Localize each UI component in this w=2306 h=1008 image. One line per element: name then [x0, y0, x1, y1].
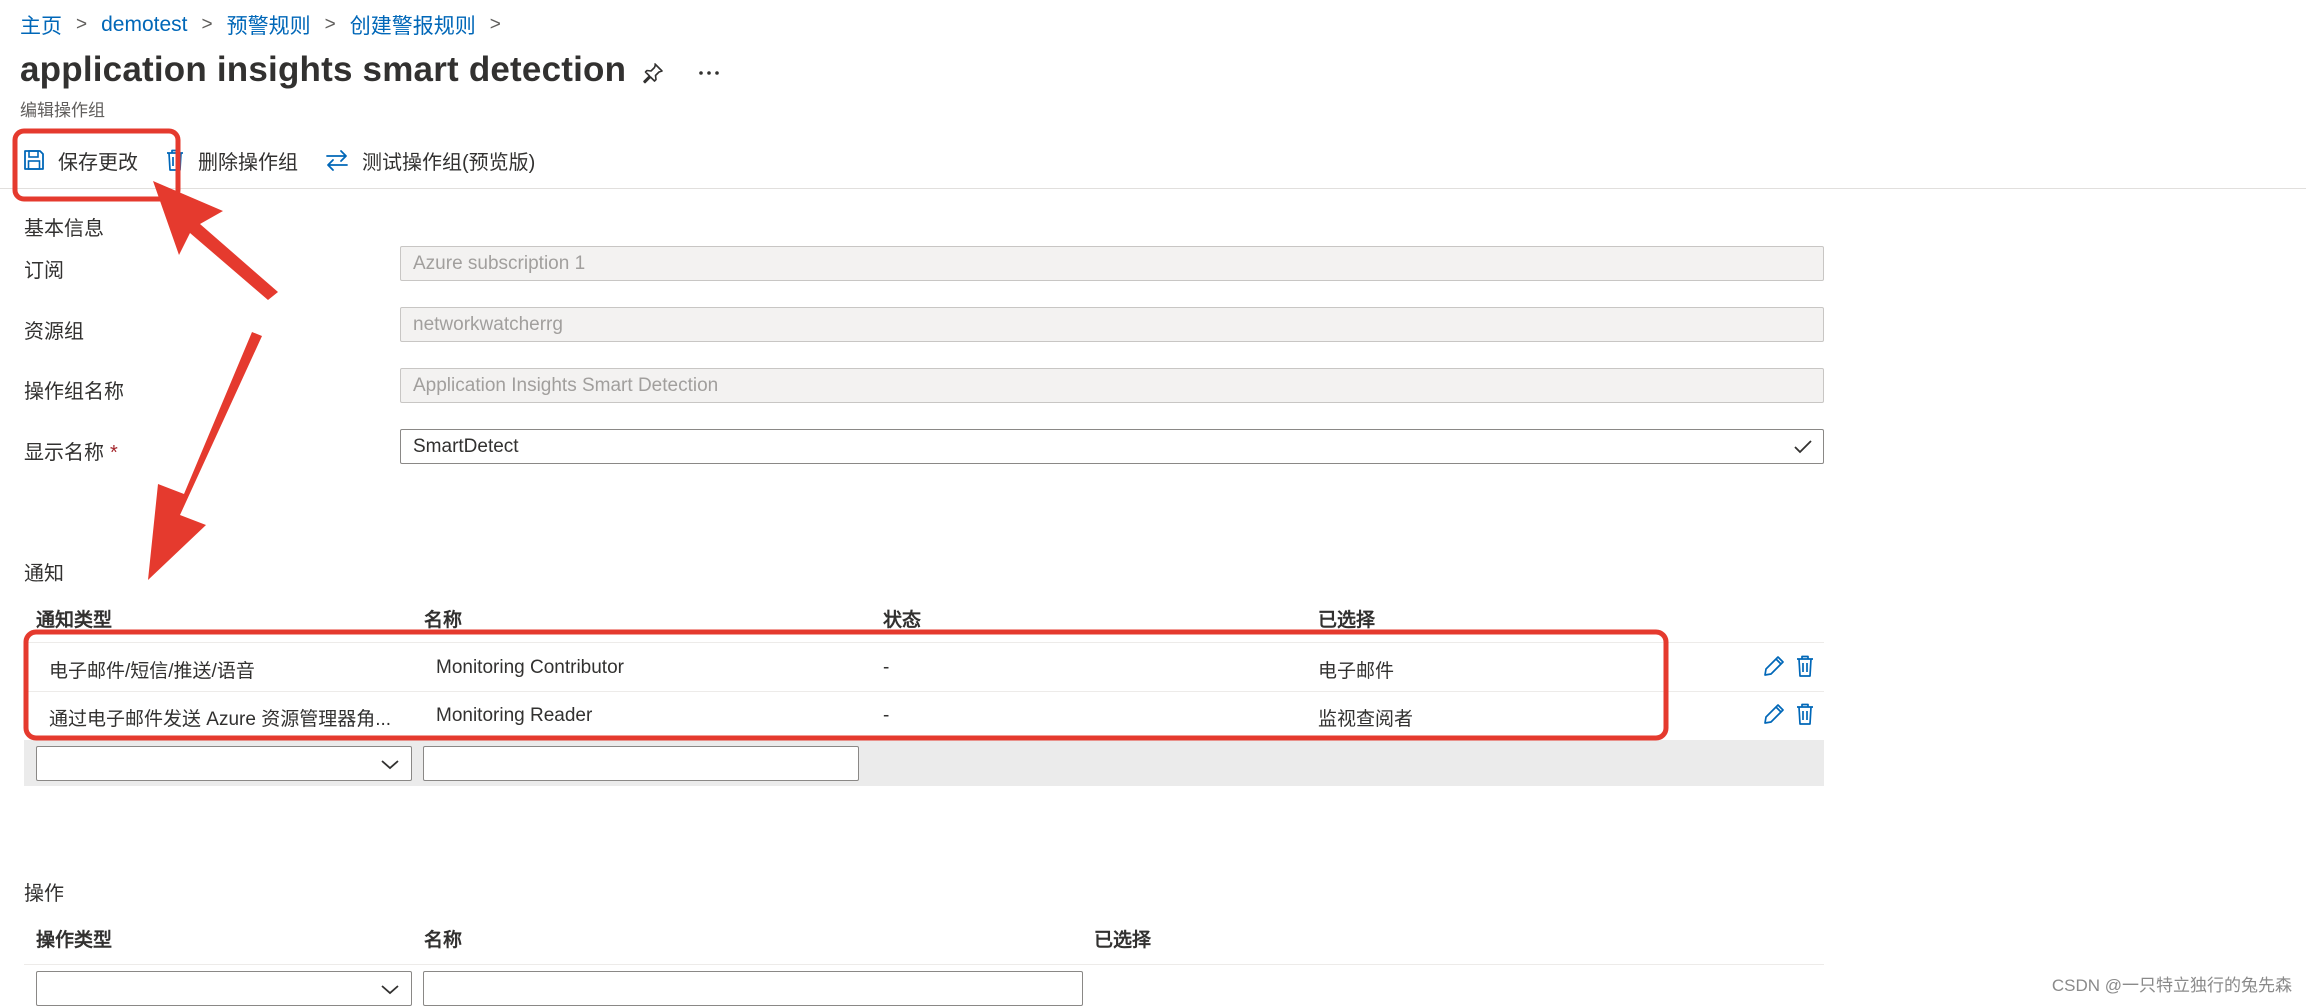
display-name-value: SmartDetect	[413, 435, 519, 457]
title-actions	[638, 58, 724, 88]
notif-row-2-actions	[1762, 702, 1816, 726]
delete-action-group-button[interactable]: 删除操作组	[164, 146, 298, 175]
page-title: application insights smart detection	[20, 50, 627, 89]
breadcrumb-alert-rules[interactable]: 预警规则	[227, 10, 311, 40]
breadcrumb-create-alert-rule[interactable]: 创建警报规则	[350, 10, 476, 40]
chevron-right-icon: >	[324, 14, 336, 35]
notif-row-1-status: -	[883, 657, 890, 678]
notifications-section-title: 通知	[24, 563, 64, 585]
required-indicator: *	[110, 442, 118, 464]
notif-row-1-actions	[1762, 654, 1816, 678]
subscription-field: Azure subscription 1	[400, 246, 1824, 281]
checkmark-icon	[1793, 438, 1813, 462]
action-col-type: 操作类型	[36, 930, 113, 951]
display-name-label: 显示名称 *	[24, 436, 118, 465]
resource-group-label: 资源组	[24, 321, 84, 343]
action-col-selected: 已选择	[1094, 930, 1152, 951]
notif-row-divider	[24, 691, 1824, 692]
edit-icon[interactable]	[1762, 654, 1786, 678]
action-col-name: 名称	[424, 930, 463, 951]
more-icon[interactable]	[694, 58, 724, 88]
notif-row-2-type: 通过电子邮件发送 Azure 资源管理器角...	[49, 709, 392, 730]
notif-row-1-type: 电子邮件/短信/推送/语音	[49, 661, 255, 682]
notif-row-2-selected: 监视查阅者	[1318, 709, 1414, 730]
chevron-down-icon	[379, 980, 401, 1003]
swap-arrows-icon	[324, 148, 350, 172]
chevron-right-icon: >	[201, 14, 213, 35]
app-window: 主页 > demotest > 预警规则 > 创建警报规则 > applicat…	[0, 0, 2306, 1008]
resource-group-value: networkwatcherrg	[413, 313, 563, 335]
actions-section-title: 操作	[24, 883, 64, 905]
notif-row-2-status: -	[883, 705, 890, 726]
pin-icon[interactable]	[638, 58, 668, 88]
notif-col-type: 通知类型	[36, 610, 113, 631]
save-button[interactable]: 保存更改	[22, 146, 138, 175]
breadcrumb: 主页 > demotest > 预警规则 > 创建警报规则 >	[20, 10, 515, 40]
notif-type-dropdown[interactable]	[36, 746, 412, 781]
notif-row-1-selected: 电子邮件	[1318, 661, 1395, 682]
breadcrumb-home[interactable]: 主页	[20, 10, 62, 40]
breadcrumb-demotest[interactable]: demotest	[101, 13, 187, 37]
notif-row-1-name: Monitoring Contributor	[436, 657, 624, 678]
action-group-name-label: 操作组名称	[24, 381, 124, 403]
watermark: CSDN @一只特立独行的兔先森	[2051, 976, 2292, 995]
action-type-dropdown[interactable]	[36, 971, 412, 1006]
action-group-name-value: Application Insights Smart Detection	[413, 374, 719, 396]
save-icon	[22, 148, 46, 172]
chevron-right-icon: >	[76, 14, 88, 35]
test-button-label: 测试操作组(预览版)	[362, 151, 536, 174]
action-header-divider	[24, 964, 1824, 965]
notif-col-name: 名称	[424, 610, 463, 631]
edit-icon[interactable]	[1762, 702, 1786, 726]
action-group-name-field: Application Insights Smart Detection	[400, 368, 1824, 403]
notif-col-status: 状态	[883, 610, 922, 631]
trash-icon	[164, 148, 186, 172]
chevron-down-icon	[379, 755, 401, 778]
arrow-to-notifications	[148, 332, 262, 580]
action-name-input[interactable]	[423, 971, 1083, 1006]
subscription-label: 订阅	[24, 260, 64, 282]
command-bar: 保存更改 删除操作组 测试操作组(预览版)	[22, 140, 561, 180]
subscription-value: Azure subscription 1	[413, 252, 586, 274]
delete-button-label: 删除操作组	[198, 151, 298, 174]
test-action-group-button[interactable]: 测试操作组(预览版)	[324, 146, 535, 175]
toolbar-divider	[0, 188, 2306, 189]
notif-name-input[interactable]	[423, 746, 859, 781]
resource-group-field: networkwatcherrg	[400, 307, 1824, 342]
notif-col-selected: 已选择	[1318, 610, 1376, 631]
display-name-input[interactable]: SmartDetect	[400, 429, 1824, 464]
display-name-label-text: 显示名称	[24, 442, 104, 464]
delete-icon[interactable]	[1794, 654, 1816, 678]
chevron-right-icon: >	[489, 14, 501, 35]
arrow-to-save-button	[153, 181, 278, 300]
page-subtitle: 编辑操作组	[20, 101, 105, 120]
notif-header-divider	[24, 642, 1824, 643]
notif-row-2-name: Monitoring Reader	[436, 705, 593, 726]
save-button-label: 保存更改	[58, 151, 138, 174]
delete-icon[interactable]	[1794, 702, 1816, 726]
basics-section-title: 基本信息	[24, 218, 104, 240]
